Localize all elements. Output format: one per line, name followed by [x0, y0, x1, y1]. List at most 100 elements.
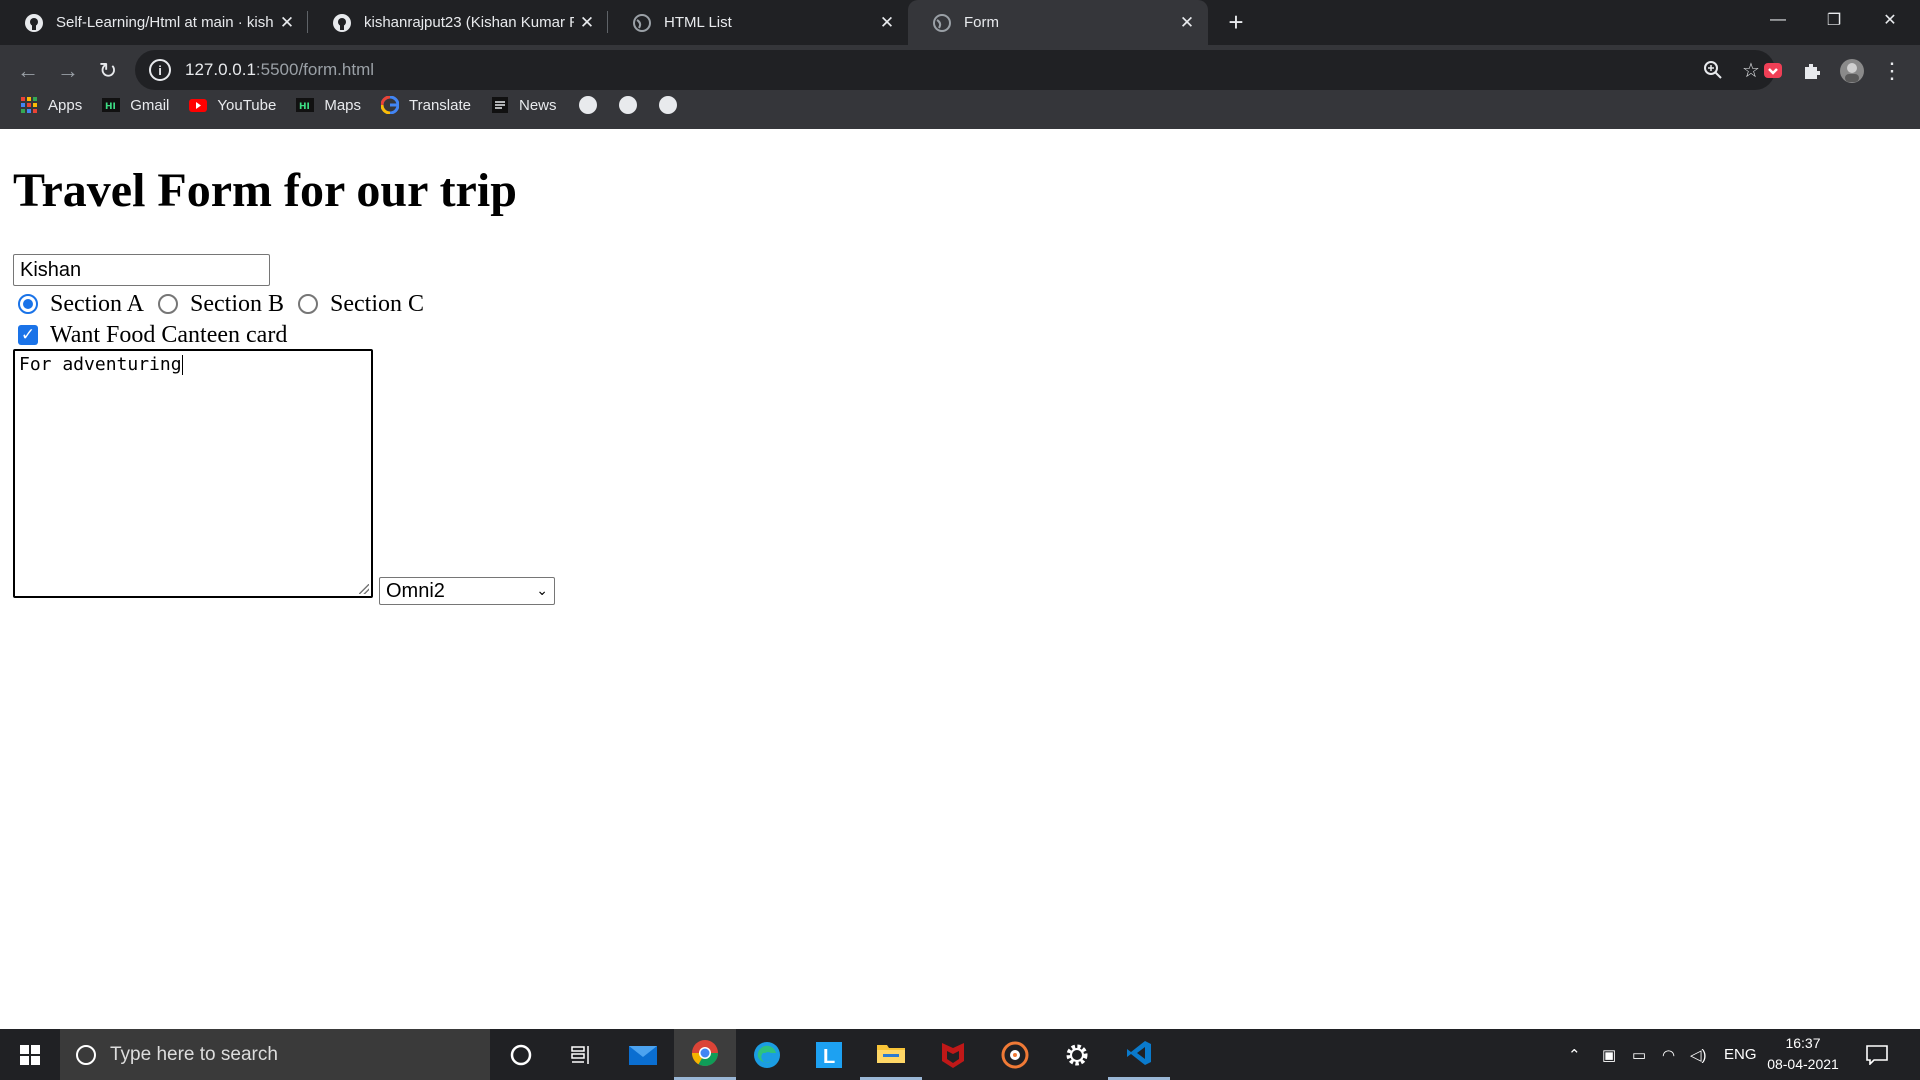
section-a-radio[interactable] [18, 294, 38, 314]
tab-title: Self-Learning/Html at main · kish [56, 14, 274, 31]
close-window-button[interactable]: ✕ [1862, 0, 1918, 40]
vscode-icon[interactable] [1108, 1029, 1170, 1080]
wifi-icon[interactable]: ◠ [1662, 1029, 1675, 1080]
menu-kebab-icon[interactable]: ⋮ [1879, 58, 1905, 84]
canteen-card-row: ✓ Want Food Canteen card [18, 320, 287, 350]
bookmark-label: Translate [409, 96, 471, 114]
url-path: :5500/form.html [255, 60, 375, 79]
clock[interactable]: 16:37 08-04-2021 [1760, 1033, 1846, 1075]
github-icon [332, 13, 352, 33]
windows-taskbar: Type here to search L ⌃ ▣ ▭ ◠ ◁) ENG 16:… [0, 1029, 1920, 1080]
clock-time: 16:37 [1785, 1035, 1821, 1051]
volume-icon[interactable]: ◁) [1690, 1029, 1707, 1080]
canteen-card-checkbox[interactable]: ✓ [18, 325, 38, 345]
gmail-icon: HI [102, 96, 121, 114]
close-tab-icon[interactable]: ✕ [874, 13, 900, 33]
section-b-label: Section B [190, 290, 284, 317]
globe-bookmark-icon[interactable] [658, 96, 677, 114]
name-input[interactable]: Kishan [13, 254, 270, 286]
apps-grid-icon [20, 96, 38, 114]
notifications-icon[interactable] [1866, 1029, 1888, 1080]
canteen-card-label: Want Food Canteen card [50, 321, 288, 348]
language-indicator[interactable]: ENG [1724, 1029, 1757, 1080]
bookmark-translate[interactable]: Translate [381, 96, 471, 114]
forward-button[interactable]: → [50, 53, 86, 89]
search-icon [76, 1044, 96, 1065]
bookmark-news[interactable]: News [491, 96, 557, 114]
close-tab-icon[interactable]: ✕ [274, 13, 300, 33]
section-a-label: Section A [50, 290, 144, 317]
globe-bookmark-icon[interactable] [578, 96, 597, 114]
new-tab-button[interactable]: + [1220, 6, 1252, 38]
youtube-icon [189, 96, 208, 114]
globe-icon [632, 13, 652, 33]
minimize-button[interactable]: — [1750, 0, 1806, 40]
battery-icon[interactable]: ▭ [1632, 1029, 1646, 1080]
tab-title: kishanrajput23 (Kishan Kumar Ra [364, 14, 574, 31]
tab-form[interactable]: Form ✕ [908, 0, 1208, 45]
media-player-icon[interactable] [984, 1029, 1046, 1080]
globe-icon [932, 13, 952, 33]
restore-button[interactable]: ❐ [1806, 0, 1862, 40]
textarea-text: For adventuring [19, 354, 182, 375]
reload-button[interactable]: ↻ [90, 53, 126, 89]
mcafee-icon[interactable] [922, 1029, 984, 1080]
bookmarks-bar: Apps HI Gmail YouTube HI Maps Translate [0, 86, 1920, 124]
svg-text:L: L [823, 1046, 835, 1068]
pocket-extension-icon[interactable] [1760, 58, 1786, 84]
tab-strip: Self-Learning/Html at main · kish ✕ kish… [0, 0, 1920, 45]
globe-bookmark-icon[interactable] [618, 96, 637, 114]
edge-app-icon[interactable] [736, 1029, 798, 1080]
task-view-icon[interactable] [550, 1029, 612, 1080]
zoom-icon[interactable] [1701, 58, 1725, 82]
windows-logo-icon [20, 1044, 40, 1065]
clock-date: 08-04-2021 [1767, 1056, 1839, 1072]
close-tab-icon[interactable]: ✕ [1174, 13, 1200, 33]
close-tab-icon[interactable]: ✕ [574, 13, 600, 33]
tab-html-list[interactable]: HTML List ✕ [608, 0, 908, 45]
search-placeholder: Type here to search [110, 1043, 278, 1065]
page-title: Travel Form for our trip [13, 164, 517, 217]
section-c-radio[interactable] [298, 294, 318, 314]
bookmark-apps[interactable]: Apps [20, 96, 82, 114]
url-host: 127.0.0.1 [185, 60, 256, 79]
page-content: Travel Form for our trip Kishan Section … [0, 129, 1920, 1029]
github-icon [24, 13, 44, 33]
google-translate-icon [381, 96, 400, 114]
settings-gear-icon[interactable] [1046, 1029, 1108, 1080]
resize-handle-icon[interactable] [359, 584, 369, 594]
tab-title: HTML List [664, 14, 732, 31]
file-explorer-icon[interactable] [860, 1029, 922, 1080]
l-app-icon[interactable]: L [798, 1029, 860, 1080]
back-button[interactable]: ← [10, 53, 46, 89]
taskbar-search[interactable]: Type here to search [60, 1029, 490, 1080]
chevron-down-icon: ⌄ [536, 583, 548, 599]
bookmark-label: Maps [324, 96, 362, 114]
start-button[interactable] [0, 1029, 60, 1080]
profile-avatar[interactable] [1839, 58, 1865, 84]
tab-github-profile[interactable]: kishanrajput23 (Kishan Kumar Ra ✕ [308, 0, 608, 45]
mail-app-icon[interactable] [612, 1029, 674, 1080]
car-select[interactable]: Omni2 ⌄ [379, 577, 555, 605]
cortana-icon[interactable] [490, 1029, 552, 1080]
section-radio-group: Section A Section B Section C [18, 289, 438, 319]
browser-toolbar: ← → ↻ i 127.0.0.1:5500/form.html ☆ ⋮ App… [0, 45, 1920, 129]
section-c-label: Section C [330, 290, 424, 317]
address-bar[interactable]: i 127.0.0.1:5500/form.html ☆ [135, 50, 1775, 90]
bookmark-maps[interactable]: HI Maps [296, 96, 361, 114]
site-info-icon[interactable]: i [149, 59, 171, 81]
text-caret [181, 355, 183, 375]
select-value: Omni2 [386, 579, 445, 602]
news-icon [491, 96, 509, 114]
tab-github-self-learning[interactable]: Self-Learning/Html at main · kish ✕ [0, 0, 308, 45]
chrome-app-icon[interactable] [674, 1029, 736, 1080]
maps-icon: HI [296, 96, 315, 114]
meet-now-icon[interactable]: ▣ [1602, 1029, 1616, 1080]
tray-overflow-icon[interactable]: ⌃ [1568, 1029, 1581, 1080]
purpose-textarea[interactable]: For adventuring [13, 349, 373, 598]
bookmark-youtube[interactable]: YouTube [189, 96, 276, 114]
bookmark-label: Apps [48, 96, 83, 114]
section-b-radio[interactable] [158, 294, 178, 314]
bookmark-gmail[interactable]: HI Gmail [102, 96, 169, 114]
extensions-puzzle-icon[interactable] [1799, 58, 1825, 84]
